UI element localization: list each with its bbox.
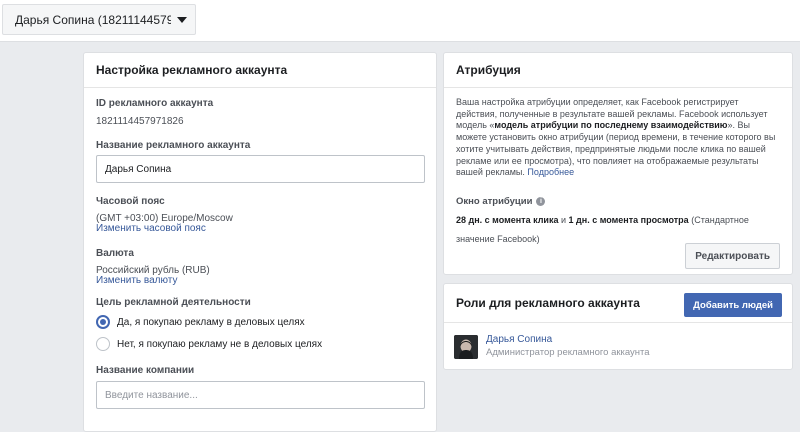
account-roles-panel: Роли для рекламного аккаунта Добавить лю… (443, 283, 793, 370)
user-photo (454, 335, 478, 359)
currency-label: Валюта (96, 248, 134, 259)
account-name-label: Название рекламного аккаунта (96, 140, 251, 151)
attribution-description: Ваша настройка атрибуции определяет, как… (456, 97, 781, 179)
add-people-button[interactable]: Добавить людей (684, 293, 782, 317)
account-selector-label: Дарья Сопина (18211144579... (15, 12, 171, 27)
avatar (454, 335, 478, 359)
company-name-label: Название компании (96, 365, 195, 376)
company-name-input[interactable] (96, 381, 425, 409)
purpose-label: Цель рекламной деятельности (96, 297, 251, 308)
attribution-window-label-text: Окно атрибуции (456, 196, 533, 207)
view-window: 1 дн. с момента просмотра (568, 215, 689, 225)
panel-title: Настройка рекламного аккаунта (84, 53, 436, 88)
purpose-option-business[interactable]: Да, я покупаю рекламу в деловых целях (96, 315, 305, 329)
purpose-option-personal[interactable]: Нет, я покупаю рекламу не в деловых целя… (96, 337, 322, 351)
change-timezone-link[interactable]: Изменить часовой пояс (96, 223, 206, 234)
member-role: Администратор рекламного аккаунта (486, 347, 650, 358)
radio-button[interactable] (96, 315, 110, 329)
account-id-value: 1821114457971826 (96, 116, 184, 127)
account-name-input[interactable] (96, 155, 425, 183)
attribution-panel: Атрибуция Ваша настройка атрибуции опред… (443, 52, 793, 275)
account-id-label: ID рекламного аккаунта (96, 98, 214, 109)
account-selector[interactable]: Дарья Сопина (18211144579... (2, 4, 196, 35)
conjunction: и (561, 215, 567, 225)
learn-more-link[interactable]: Подробнее (527, 167, 574, 177)
edit-attribution-button[interactable]: Редактировать (685, 243, 780, 269)
member-name-link[interactable]: Дарья Сопина (486, 334, 552, 345)
description-bold: модель атрибуции по последнему взаимодей… (494, 120, 728, 131)
chevron-down-icon (177, 16, 187, 23)
top-bar: Дарья Сопина (18211144579... (0, 0, 800, 42)
attribution-window-label: Окно атрибуции i (456, 196, 546, 207)
panel-title: Атрибуция (444, 53, 792, 88)
info-icon[interactable]: i (536, 197, 546, 206)
account-settings-panel: Настройка рекламного аккаунта ID рекламн… (83, 52, 437, 432)
timezone-label: Часовой пояс (96, 196, 165, 207)
change-currency-link[interactable]: Изменить валюту (96, 275, 177, 286)
radio-label: Нет, я покупаю рекламу не в деловых целя… (117, 338, 323, 350)
click-window: 28 дн. с момента клика (456, 215, 559, 225)
radio-label: Да, я покупаю рекламу в деловых целях (117, 316, 305, 328)
radio-button[interactable] (96, 337, 110, 351)
